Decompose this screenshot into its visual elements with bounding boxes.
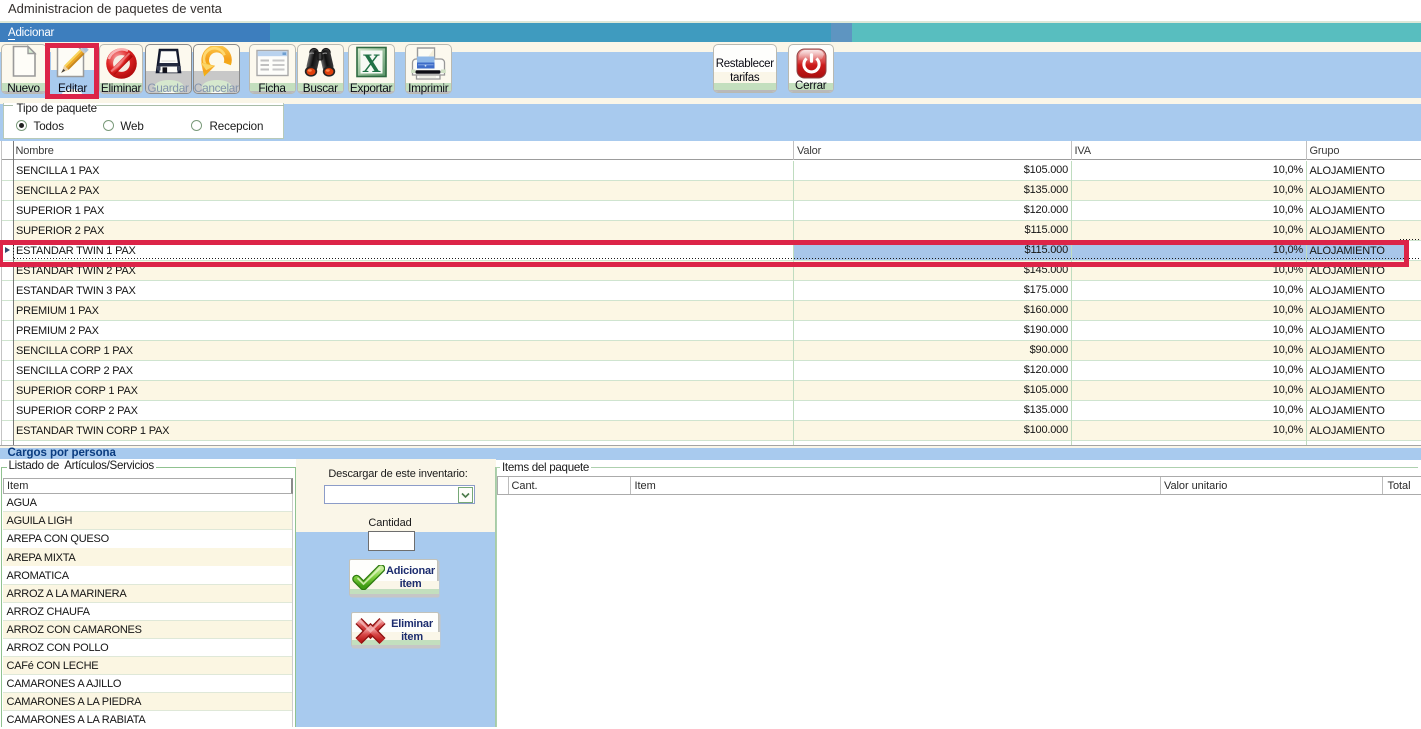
- svg-text:X: X: [362, 49, 381, 78]
